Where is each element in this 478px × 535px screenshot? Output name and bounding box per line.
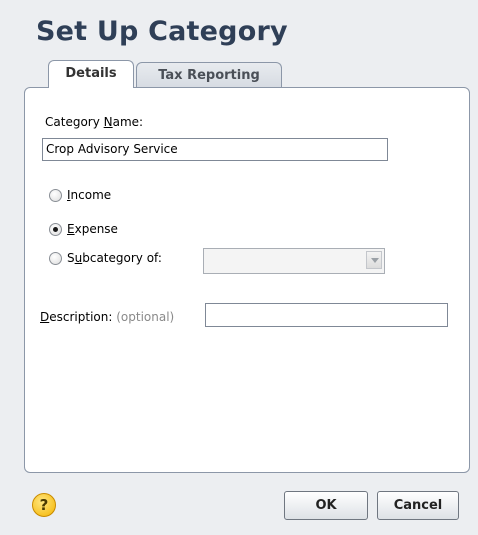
dialog-title: Set Up Category [36,16,288,47]
details-panel: Category Name: Crop Advisory Service Inc… [24,87,470,473]
ok-button[interactable]: OK [284,491,368,520]
category-name-input[interactable]: Crop Advisory Service [42,138,388,161]
subcategory-dropdown[interactable] [203,248,385,274]
help-icon[interactable]: ? [32,493,56,517]
subcategory-radio[interactable] [49,252,62,265]
income-label[interactable]: Income [67,188,111,202]
cancel-button[interactable]: Cancel [377,491,459,520]
expense-label[interactable]: Expense [67,222,118,236]
category-name-label: Category Name: [45,115,144,129]
description-input[interactable] [205,303,448,327]
tab-details[interactable]: Details [48,60,134,88]
description-label: Description: (optional) [40,310,175,324]
income-radio[interactable] [49,189,62,202]
subcategory-label[interactable]: Subcategory of: [67,251,162,265]
expense-radio[interactable] [49,223,62,236]
chevron-down-icon[interactable] [366,251,382,269]
tab-tax-reporting[interactable]: Tax Reporting [136,62,282,88]
